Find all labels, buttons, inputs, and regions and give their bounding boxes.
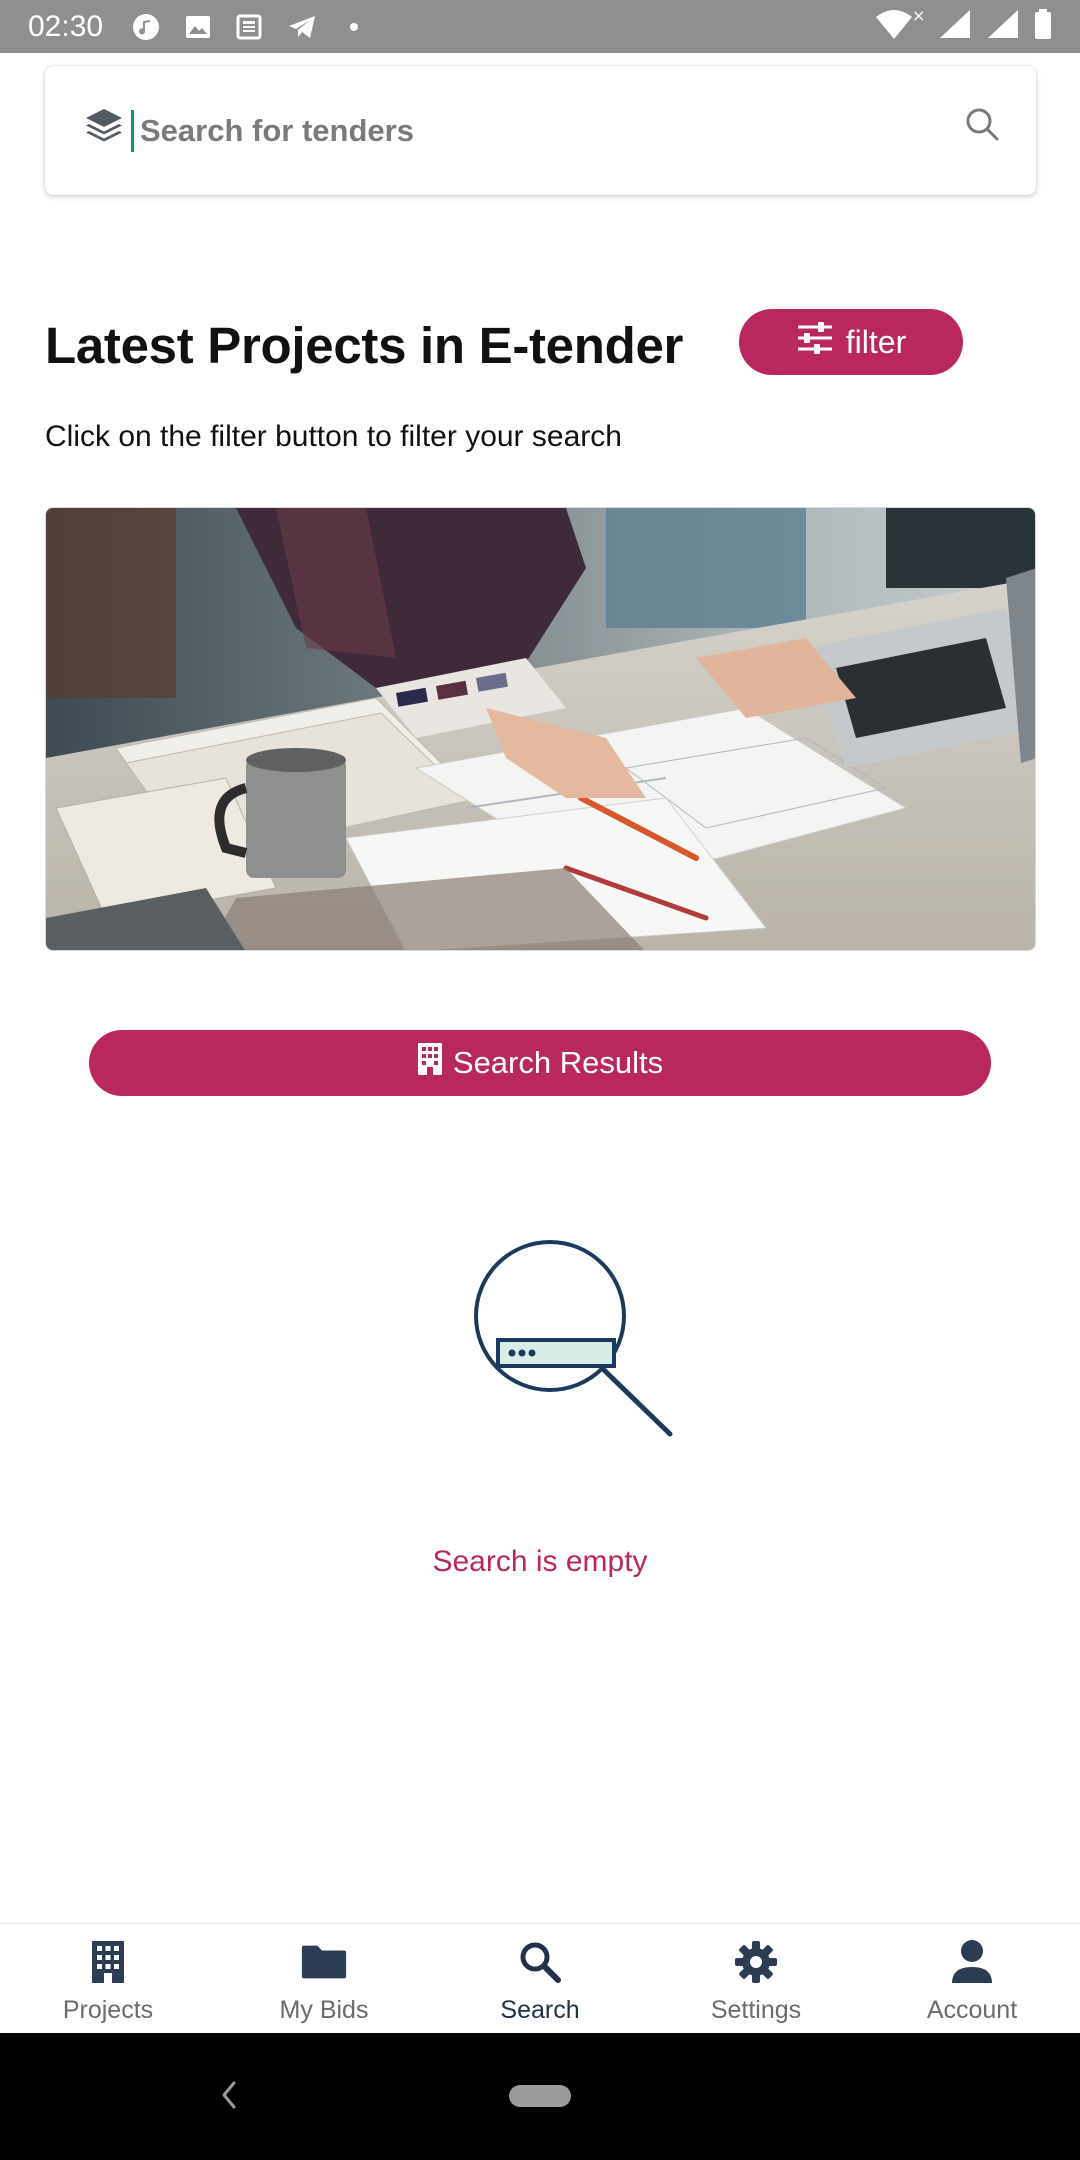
search-bar[interactable] [45,66,1036,195]
battery-icon [1034,8,1052,45]
system-status-icons: × [874,6,1052,46]
nav-item-account[interactable]: Account [864,1924,1080,2033]
music-icon [131,12,161,42]
search-icon[interactable] [964,106,1000,142]
building-icon [84,1938,132,1986]
person-icon [948,1938,996,1986]
search-results-label: Search Results [452,1045,664,1080]
back-icon[interactable] [214,2077,244,2113]
search-input[interactable] [140,112,964,149]
building-icon [417,1042,443,1084]
hero-image [45,507,1036,951]
svg-text:×: × [912,7,924,25]
image-icon [183,12,213,42]
header-row: Latest Projects in E-tender filter [45,300,1035,390]
empty-state-text: Search is empty [432,1545,648,1578]
status-bar: 02:30 × [0,0,1080,53]
nav-label-settings: Settings [710,1996,802,2024]
nav-label-account: Account [926,1996,1018,2024]
telegram-icon [287,12,317,42]
status-time: 02:30 [28,9,104,43]
text-cursor [131,109,134,152]
office-desk-photo [46,508,1035,950]
signal-icon [938,8,972,45]
nav-item-search[interactable]: Search [432,1924,648,2033]
magnifier-empty-icon [470,1236,676,1440]
bottom-nav: Projects My Bids Search Settings Account [0,1923,1080,2033]
news-icon [235,12,265,42]
nav-item-settings[interactable]: Settings [648,1924,864,2033]
wifi-icon: × [874,6,925,46]
nav-item-my-bids[interactable]: My Bids [216,1924,432,2033]
dot-icon [339,12,369,42]
gear-icon [732,1938,780,1986]
app-root: 02:30 × Search for tenders Latest Projec… [0,0,1080,2160]
subtitle: Click on the filter button to filter you… [45,420,622,453]
nav-item-projects[interactable]: Projects [0,1924,216,2033]
search-icon [516,1938,564,1986]
nav-label-projects: Projects [62,1996,154,2024]
sliders-icon [796,322,834,362]
folder-icon [300,1938,348,1986]
home-button[interactable] [509,2085,571,2107]
system-nav-bar [0,2033,1080,2160]
filter-button[interactable]: filter [739,309,963,375]
search-results-button[interactable]: Search Results [89,1030,991,1096]
filter-label: filter [845,323,907,360]
nav-label-search: Search [500,1996,580,2024]
page-title: Latest Projects in E-tender [45,316,684,374]
layers-icon [83,106,125,148]
signal-icon [986,8,1020,45]
nav-label-my-bids: My Bids [279,1996,369,2024]
notification-icons [131,12,369,42]
